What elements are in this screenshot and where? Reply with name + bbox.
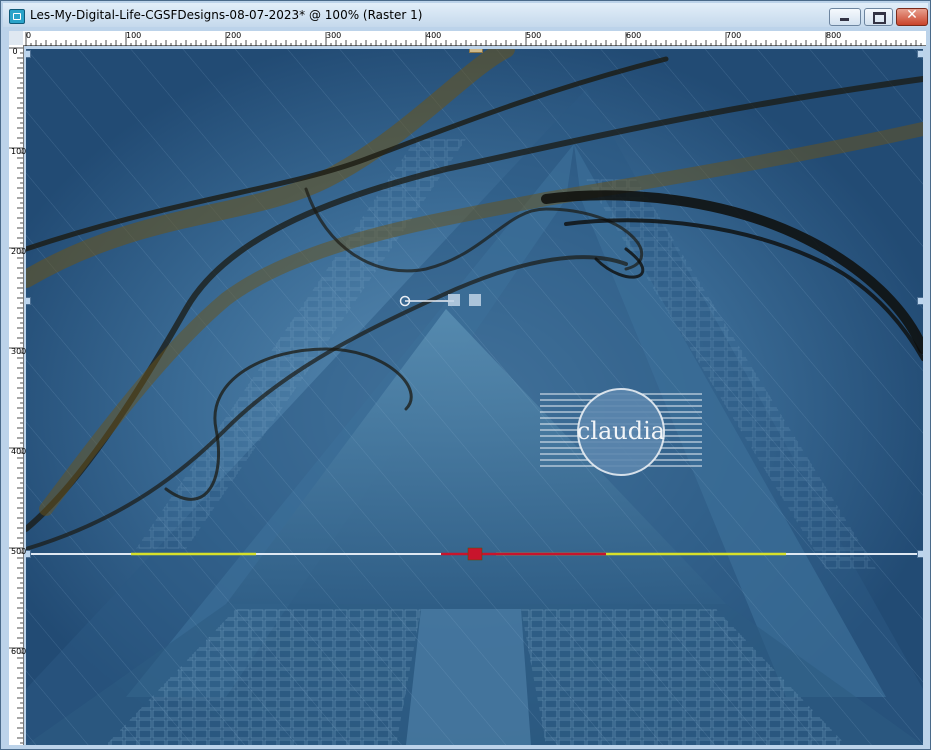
close-icon: ✕: [906, 7, 918, 23]
ruler-left-label: 200: [11, 247, 27, 256]
ruler-left-label: 500: [11, 547, 27, 556]
window-title: Les-My-Digital-Life-CGSFDesigns-08-07-20…: [30, 8, 423, 22]
ruler-top-label: 400: [426, 31, 442, 40]
maximize-button[interactable]: [864, 8, 893, 26]
red-marker[interactable]: [467, 547, 483, 561]
edge-handle[interactable]: [917, 297, 923, 305]
close-button[interactable]: ✕: [896, 7, 928, 26]
watermark-logo: claudia: [540, 388, 702, 476]
image-canvas[interactable]: claudia: [26, 49, 923, 745]
ruler-top-label: 100: [126, 31, 142, 40]
ruler-top-label: 0: [26, 31, 32, 40]
ruler-top-label: 600: [626, 31, 642, 40]
image-window: Les-My-Digital-Life-CGSFDesigns-08-07-20…: [0, 0, 931, 750]
ruler-left-label: 0: [12, 47, 18, 56]
ruler-left-label: 300: [11, 347, 27, 356]
horizontal-ruler[interactable]: 0 100 200 300 400 500 600 700 800: [23, 31, 926, 46]
canvas-artwork: claudia: [26, 49, 923, 745]
handle-square[interactable]: [469, 294, 481, 306]
minimize-button[interactable]: [829, 8, 861, 26]
ruler-top-label: 800: [826, 31, 842, 40]
ruler-left-label: 100: [11, 147, 27, 156]
maximize-icon: [873, 12, 886, 24]
ruler-top-label: 200: [226, 31, 242, 40]
guide-handle[interactable]: [917, 550, 923, 558]
ruler-left-label: 600: [11, 647, 27, 656]
ruler-top-label: 500: [526, 31, 542, 40]
minimize-icon: [840, 18, 849, 21]
watermark-text: claudia: [577, 417, 665, 445]
vertical-ruler[interactable]: 0 100 200 300 400 500 600: [9, 45, 27, 745]
corner-handle[interactable]: [26, 50, 31, 58]
ruler-top-label: 300: [326, 31, 342, 40]
top-guide-handle[interactable]: [469, 49, 483, 53]
edge-handle[interactable]: [26, 297, 31, 305]
ruler-left-label: 400: [11, 447, 27, 456]
guide-handle[interactable]: [26, 550, 31, 558]
ruler-top-label: 700: [726, 31, 742, 40]
corner-handle[interactable]: [917, 50, 923, 58]
app-icon: [9, 9, 25, 24]
horizontal-ruler-ticks: [25, 32, 922, 46]
ruler-corner: [9, 31, 24, 46]
handle-square[interactable]: [448, 294, 460, 306]
title-bar[interactable]: Les-My-Digital-Life-CGSFDesigns-08-07-20…: [3, 3, 928, 27]
